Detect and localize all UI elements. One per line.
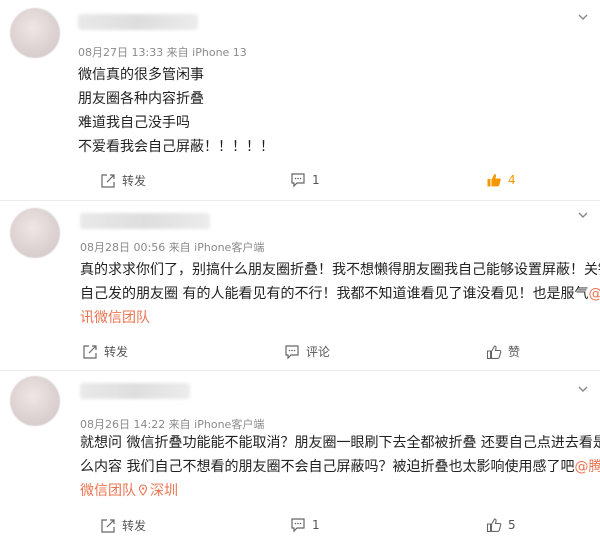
- like-button[interactable]: 4: [486, 172, 516, 188]
- comment-icon: [291, 518, 305, 533]
- comment-button[interactable]: 1: [290, 172, 320, 188]
- comment-icon: [291, 173, 305, 188]
- comment-line: 么内容 我们自己不想看的朋友圈不会自己屏蔽吗？被迫折叠也太影响使用感了吧@腾讯: [80, 455, 600, 479]
- comment-card: 08月28日 00:56 来自 iPhone客户端 真的求求你们了，别搞什么朋友…: [0, 202, 600, 370]
- comment-line: 就想问 微信折叠功能能不能取消？朋友圈一眼刷下去全都被折叠 还要自己点进去看是什: [80, 435, 600, 451]
- comment-body: 就想问 微信折叠功能能不能取消？朋友圈一眼刷下去全都被折叠 还要自己点进去看是什…: [80, 431, 600, 503]
- repost-icon: [101, 518, 115, 533]
- avatar[interactable]: [10, 376, 60, 426]
- comment-body: 微信真的很多管闲事 朋友圈各种内容折叠 难道我自己没手吗 不爱看我会自己屏蔽！！…: [78, 63, 274, 159]
- comment-line: 真的求求你们了，别搞什么朋友圈折叠！我不想懒得朋友圈我自己能够设置屏蔽！关键: [80, 262, 600, 278]
- divider: [0, 200, 600, 201]
- comment-count: 1: [312, 518, 320, 532]
- repost-label: 转发: [122, 174, 147, 188]
- comment-meta: 08月27日 13:33 来自 iPhone 13: [78, 46, 247, 59]
- location-label: 深圳: [150, 483, 178, 499]
- repost-button[interactable]: 转发: [100, 517, 146, 534]
- comment-meta: 08月28日 00:56 来自 iPhone客户端: [80, 241, 265, 254]
- username-blurred[interactable]: [78, 14, 198, 30]
- repost-icon: [101, 173, 115, 188]
- comment-body: 真的求求你们了，别搞什么朋友圈折叠！我不想懒得朋友圈我自己能够设置屏蔽！关键 自…: [80, 258, 600, 330]
- avatar[interactable]: [10, 8, 60, 58]
- comment-count: 1: [312, 173, 320, 187]
- chevron-down-icon[interactable]: [576, 208, 590, 222]
- location-tag[interactable]: 深圳: [136, 483, 178, 499]
- mention-link[interactable]: @腾: [588, 286, 600, 302]
- avatar[interactable]: [10, 208, 60, 258]
- repost-button[interactable]: 转发: [100, 172, 146, 189]
- like-icon: [487, 174, 501, 187]
- comment-line: 微信真的很多管闲事: [78, 67, 204, 83]
- comment-line: 自己发的朋友圈 有的人能看见有的不行！我都不知道谁看见了谁没看见！也是服气@腾: [80, 282, 600, 306]
- like-icon: [486, 518, 502, 533]
- comment-card: 08月27日 13:33 来自 iPhone 13 微信真的很多管闲事 朋友圈各…: [0, 0, 600, 200]
- repost-label: 转发: [104, 345, 129, 359]
- like-count: 4: [508, 173, 516, 187]
- username-blurred[interactable]: [80, 383, 190, 399]
- comment-line-text: 自己发的朋友圈 有的人能看见有的不行！我都不知道谁看见了谁没看见！也是服气: [80, 286, 589, 302]
- mention-link[interactable]: 讯微信团队: [80, 306, 600, 330]
- mention-link[interactable]: 微信团队: [80, 483, 136, 499]
- comment-button[interactable]: 1: [290, 517, 320, 533]
- repost-icon: [83, 344, 97, 359]
- comment-line: 难道我自己没手吗: [78, 115, 190, 131]
- repost-button[interactable]: 转发: [82, 343, 128, 360]
- like-button[interactable]: 5: [486, 517, 516, 533]
- username-blurred[interactable]: [80, 213, 210, 229]
- like-button[interactable]: 赞: [486, 343, 520, 360]
- comment-line: 朋友圈各种内容折叠: [78, 91, 204, 107]
- comment-meta: 08月26日 14:22 来自 iPhone客户端: [80, 418, 265, 431]
- chevron-down-icon[interactable]: [576, 382, 590, 396]
- comment-icon: [285, 344, 299, 359]
- location-pin-icon: [138, 484, 148, 496]
- mention-link[interactable]: @腾讯: [574, 459, 600, 475]
- like-label: 赞: [508, 345, 521, 359]
- comment-line-text: 么内容 我们自己不想看的朋友圈不会自己屏蔽吗？被迫折叠也太影响使用感了吧: [80, 459, 575, 475]
- chevron-down-icon[interactable]: [576, 10, 590, 24]
- like-icon: [486, 344, 502, 359]
- comment-line: 微信团队 深圳: [80, 479, 600, 503]
- divider: [0, 370, 600, 371]
- comment-card: 08月26日 14:22 来自 iPhone客户端 就想问 微信折叠功能能不能取…: [0, 372, 600, 543]
- like-count: 5: [508, 518, 516, 532]
- comment-label: 评论: [306, 345, 331, 359]
- repost-label: 转发: [122, 519, 147, 533]
- comment-line: 不爱看我会自己屏蔽！！！！！: [78, 139, 274, 155]
- comment-button[interactable]: 评论: [284, 343, 330, 360]
